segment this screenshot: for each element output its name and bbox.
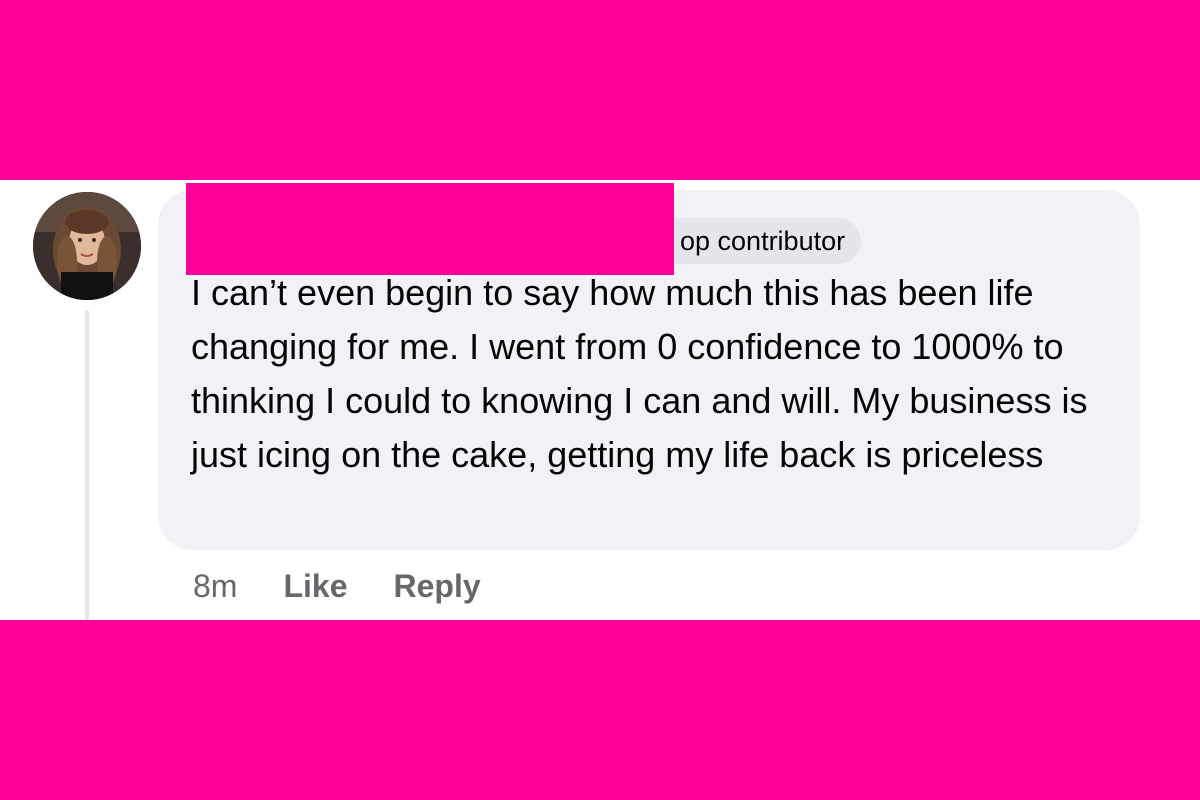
reply-button[interactable]: Reply <box>393 568 480 605</box>
top-pink-band <box>0 0 1200 180</box>
bottom-pink-band <box>0 620 1200 800</box>
comment-timestamp[interactable]: 8m <box>193 568 237 605</box>
thread-line <box>85 310 89 620</box>
redacted-author-name <box>186 183 674 275</box>
avatar-photo <box>33 192 141 300</box>
avatar[interactable] <box>33 192 141 300</box>
comment-text: I can’t even begin to say how much this … <box>191 272 1088 475</box>
comment-actions: 8m Like Reply <box>193 563 527 609</box>
like-button[interactable]: Like <box>283 568 347 605</box>
